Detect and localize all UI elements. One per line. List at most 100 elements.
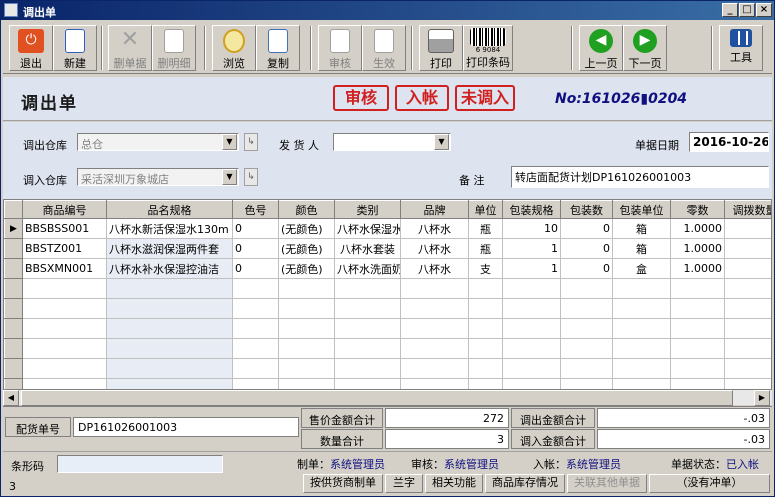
grid-cell[interactable]	[278, 338, 335, 359]
grid-cell[interactable]	[278, 278, 335, 299]
grid-cell[interactable]	[22, 338, 107, 359]
date-field[interactable]: 2016-10-26	[689, 132, 769, 152]
grid-cell[interactable]	[106, 338, 233, 359]
grid-cell[interactable]: 1.0000	[670, 218, 725, 239]
grid-cell[interactable]	[106, 298, 233, 319]
grid-cell[interactable]	[670, 358, 725, 379]
supplier-order-button[interactable]: 按供货商制单	[303, 474, 383, 493]
grid-cell[interactable]	[560, 318, 613, 339]
maximize-button[interactable]: □	[739, 3, 755, 17]
scroll-thumb[interactable]	[21, 390, 733, 406]
grid-cell[interactable]	[106, 318, 233, 339]
grid-cell[interactable]	[22, 318, 107, 339]
grid-cell[interactable]	[612, 318, 671, 339]
no-reverse-button[interactable]: （没有冲单）	[649, 474, 770, 493]
grid-cell[interactable]	[278, 318, 335, 339]
grid-cell[interactable]	[334, 278, 401, 299]
table-row[interactable]: ▶ BBSBSS001 八杯水新活保湿水130m 0 (无颜色) 八杯水保湿水 八杯水瓶 10…	[4, 218, 771, 239]
scroll-left-icon[interactable]: ◀	[3, 390, 19, 406]
column-header[interactable]: 单位	[468, 200, 503, 219]
grid-cell[interactable]	[232, 338, 279, 359]
column-header[interactable]: 品牌	[400, 200, 469, 219]
grid-cell[interactable]: 0	[560, 258, 613, 279]
empty-row[interactable]	[4, 318, 771, 339]
grid-cell[interactable]	[502, 338, 561, 359]
in-store-lookup-button[interactable]: ↳	[244, 168, 258, 186]
grid-cell[interactable]: 八杯水保湿水	[334, 218, 401, 239]
grid-cell[interactable]: 支	[468, 258, 503, 279]
grid-cell[interactable]	[232, 278, 279, 299]
row-indicator[interactable]	[4, 278, 23, 299]
column-header[interactable]: 包装规格	[502, 200, 561, 219]
grid-cell[interactable]: 八杯水新活保湿水130m	[106, 218, 233, 239]
grid-cell[interactable]	[278, 298, 335, 319]
grid-cell[interactable]	[612, 298, 671, 319]
grid-cell[interactable]: 瓶	[468, 238, 503, 259]
row-indicator[interactable]	[4, 318, 23, 339]
in-store-combo[interactable]: 采活深圳万象城店	[77, 168, 239, 186]
column-header[interactable]: 零数	[670, 200, 725, 219]
detail-grid[interactable]: 商品编号品名规格色号颜色类别品牌单位包装规格包装数包装单位零数调拨数量 ▶BBS…	[3, 199, 772, 402]
grid-cell[interactable]: 1	[502, 238, 561, 259]
column-header[interactable]: 颜色	[278, 200, 335, 219]
grid-cell[interactable]	[400, 298, 469, 319]
grid-cell[interactable]: 八杯水补水保湿控油洁	[106, 258, 233, 279]
grid-cell[interactable]: 瓶	[468, 218, 503, 239]
copy-button[interactable]: 复制	[256, 25, 300, 71]
grid-cell[interactable]	[400, 318, 469, 339]
grid-cell[interactable]	[724, 338, 771, 359]
grid-cell[interactable]	[560, 278, 613, 299]
table-row[interactable]: BBSXMN001 八杯水补水保湿控油洁 0 (无颜色) 八杯水洗面奶 八杯水支 1 0 盒 1.…	[4, 258, 771, 279]
audit-button[interactable]: 审核	[318, 25, 362, 71]
effect-button[interactable]: 生效	[362, 25, 406, 71]
grid-cell[interactable]: 八杯水	[400, 238, 469, 259]
grid-cell[interactable]	[612, 278, 671, 299]
grid-cell[interactable]	[232, 358, 279, 379]
empty-row[interactable]	[4, 338, 771, 359]
column-header[interactable]: 品名规格	[106, 200, 233, 219]
grid-cell[interactable]	[468, 358, 503, 379]
grid-cell[interactable]: 八杯水	[400, 218, 469, 239]
grid-cell[interactable]	[502, 298, 561, 319]
grid-cell[interactable]	[468, 338, 503, 359]
browse-button[interactable]: 浏览	[212, 25, 256, 71]
grid-cell[interactable]	[612, 338, 671, 359]
row-indicator[interactable]	[4, 238, 23, 259]
related-functions-button[interactable]: 相关功能	[425, 474, 483, 493]
out-store-lookup-button[interactable]: ↳	[244, 133, 258, 151]
grid-cell[interactable]	[670, 318, 725, 339]
column-header[interactable]: 调拨数量	[724, 200, 771, 219]
tools-button[interactable]: 工具	[719, 25, 763, 71]
grid-cell[interactable]: 0	[560, 218, 613, 239]
grid-cell[interactable]: 盒	[612, 258, 671, 279]
grid-cell[interactable]: 箱	[612, 238, 671, 259]
grid-cell[interactable]	[502, 278, 561, 299]
minimize-button[interactable]: _	[722, 3, 738, 17]
grid-cell[interactable]: BBSBSS001	[22, 218, 107, 239]
chevron-down-icon[interactable]: ▼	[434, 134, 449, 150]
column-header[interactable]: 包装单位	[612, 200, 671, 219]
grid-cell[interactable]: 八杯水滋润保湿两件套	[106, 238, 233, 259]
exit-button[interactable]: ⏻ 退出	[9, 25, 53, 71]
table-row[interactable]: BBSTZ001 八杯水滋润保湿两件套 0 (无颜色) 八杯水套装 八杯水瓶 1 0 箱 1.00…	[4, 238, 771, 259]
deldetail-button[interactable]: 删明细	[152, 25, 196, 71]
grid-cell[interactable]	[468, 318, 503, 339]
row-pointer-icon[interactable]: ▶	[4, 218, 23, 239]
grid-cell[interactable]	[670, 338, 725, 359]
grid-cell[interactable]: (无颜色)	[278, 238, 335, 259]
barcode-input[interactable]	[57, 455, 223, 473]
note-field[interactable]: 转店面配货计划DP161026001003	[511, 166, 769, 188]
grid-cell[interactable]	[724, 298, 771, 319]
column-header[interactable]: 色号	[232, 200, 279, 219]
grid-cell[interactable]: 1.0000	[670, 258, 725, 279]
grid-cell[interactable]	[724, 358, 771, 379]
grid-cell[interactable]	[468, 298, 503, 319]
grid-cell[interactable]: (无颜色)	[278, 258, 335, 279]
grid-cell[interactable]	[334, 318, 401, 339]
grid-cell[interactable]	[724, 218, 771, 239]
grid-cell[interactable]	[22, 278, 107, 299]
grid-cell[interactable]: BBSXMN001	[22, 258, 107, 279]
grid-cell[interactable]	[400, 338, 469, 359]
grid-cell[interactable]	[724, 278, 771, 299]
row-indicator[interactable]	[4, 358, 23, 379]
